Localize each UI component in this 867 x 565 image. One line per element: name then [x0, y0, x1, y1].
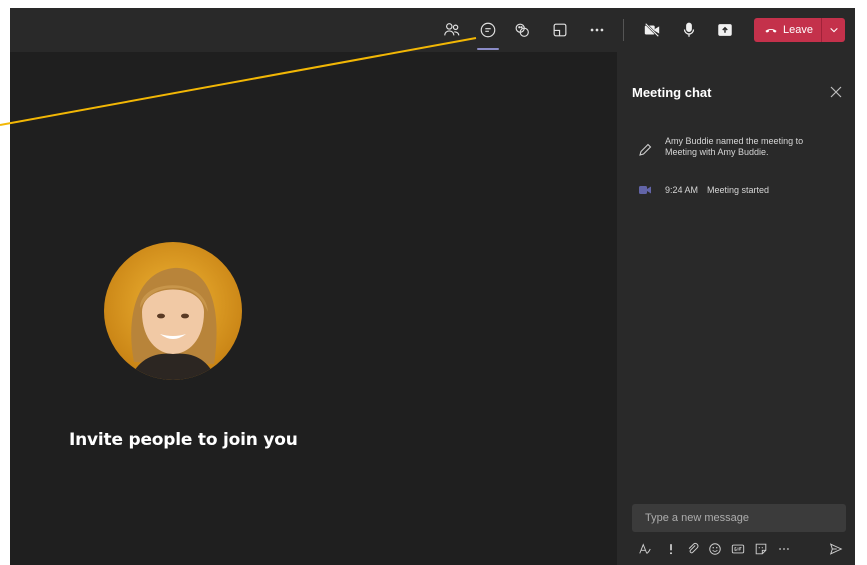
meeting-chat-panel: Meeting chat Amy Buddie named the meetin…: [617, 52, 855, 565]
emoji-icon[interactable]: [707, 541, 723, 557]
leave-label: Leave: [783, 24, 813, 36]
meeting-camera-icon: [639, 186, 651, 194]
meeting-toolbar: Leave: [10, 8, 855, 52]
attach-icon[interactable]: [685, 541, 701, 557]
chat-event-started: 9:24 AM Meeting started: [637, 182, 769, 198]
chat-event-text: Meeting started: [707, 184, 770, 195]
gif-icon[interactable]: [730, 541, 746, 557]
rooms-icon[interactable]: [548, 18, 572, 42]
leave-options-button[interactable]: [822, 18, 845, 42]
format-icon[interactable]: [637, 541, 653, 557]
close-icon[interactable]: [828, 84, 844, 100]
invite-prompt: Invite people to join you: [69, 430, 298, 450]
chat-active-indicator: [477, 48, 499, 50]
more-actions-icon[interactable]: [585, 18, 609, 42]
pencil-icon: [639, 143, 652, 156]
camera-off-icon[interactable]: [640, 18, 664, 42]
leave-button[interactable]: Leave: [754, 18, 845, 42]
leave-main-action[interactable]: Leave: [754, 18, 822, 42]
send-icon[interactable]: [828, 541, 844, 557]
share-screen-icon[interactable]: [713, 18, 737, 42]
chat-event-time: 9:24 AM: [665, 184, 699, 195]
more-options-icon[interactable]: [776, 541, 792, 557]
hang-up-icon: [765, 28, 777, 33]
message-compose-field[interactable]: Type a new message: [632, 504, 846, 532]
chevron-down-icon: [829, 27, 838, 33]
toolbar-divider: [623, 19, 624, 41]
chat-icon[interactable]: [476, 18, 500, 42]
teams-meeting-window: Leave Invite people to join you Meeting …: [10, 8, 855, 565]
avatar: [104, 242, 242, 380]
compose-placeholder: Type a new message: [645, 512, 749, 524]
sticker-icon[interactable]: [753, 541, 769, 557]
microphone-icon[interactable]: [677, 18, 701, 42]
important-icon[interactable]: [663, 541, 679, 557]
reactions-icon[interactable]: [510, 18, 534, 42]
participants-icon[interactable]: [440, 18, 464, 42]
chat-event-text: Amy Buddie named the meeting to Meeting …: [665, 136, 804, 157]
meeting-stage: Invite people to join you: [10, 52, 617, 565]
chat-event-rename: Amy Buddie named the meeting to Meeting …: [637, 136, 805, 158]
chat-title: Meeting chat: [632, 85, 712, 100]
compose-toolbar: [632, 538, 846, 560]
